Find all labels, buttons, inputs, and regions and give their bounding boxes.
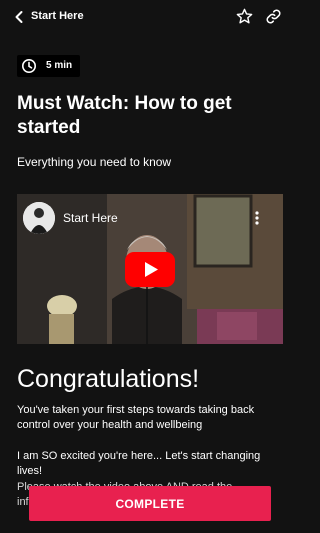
link-icon[interactable] xyxy=(264,7,283,26)
video-title[interactable]: Start Here xyxy=(63,211,118,226)
clock-icon xyxy=(22,59,36,73)
duration-badge: 5 min xyxy=(17,55,80,77)
lesson-subtitle: Everything you need to know xyxy=(17,155,172,169)
youtube-play-icon[interactable] xyxy=(125,252,175,287)
page-header-title: Start Here xyxy=(31,10,84,22)
complete-button[interactable]: COMPLETE xyxy=(29,486,271,521)
top-bar: Start Here xyxy=(0,0,300,34)
congratulations-heading: Congratulations! xyxy=(17,365,200,393)
body-paragraph: You've taken your first steps towards ta… xyxy=(17,404,255,431)
body-paragraph: I am SO excited you're here... Let's sta… xyxy=(17,450,261,477)
lesson-title: Must Watch: How to get started xyxy=(17,93,232,138)
channel-avatar[interactable] xyxy=(23,202,55,234)
more-vertical-icon[interactable] xyxy=(251,210,263,226)
duration-text: 5 min xyxy=(46,60,73,71)
video-player[interactable]: Start Here xyxy=(17,194,283,344)
chevron-left-icon[interactable] xyxy=(11,9,27,25)
star-outline-icon[interactable] xyxy=(235,7,254,26)
